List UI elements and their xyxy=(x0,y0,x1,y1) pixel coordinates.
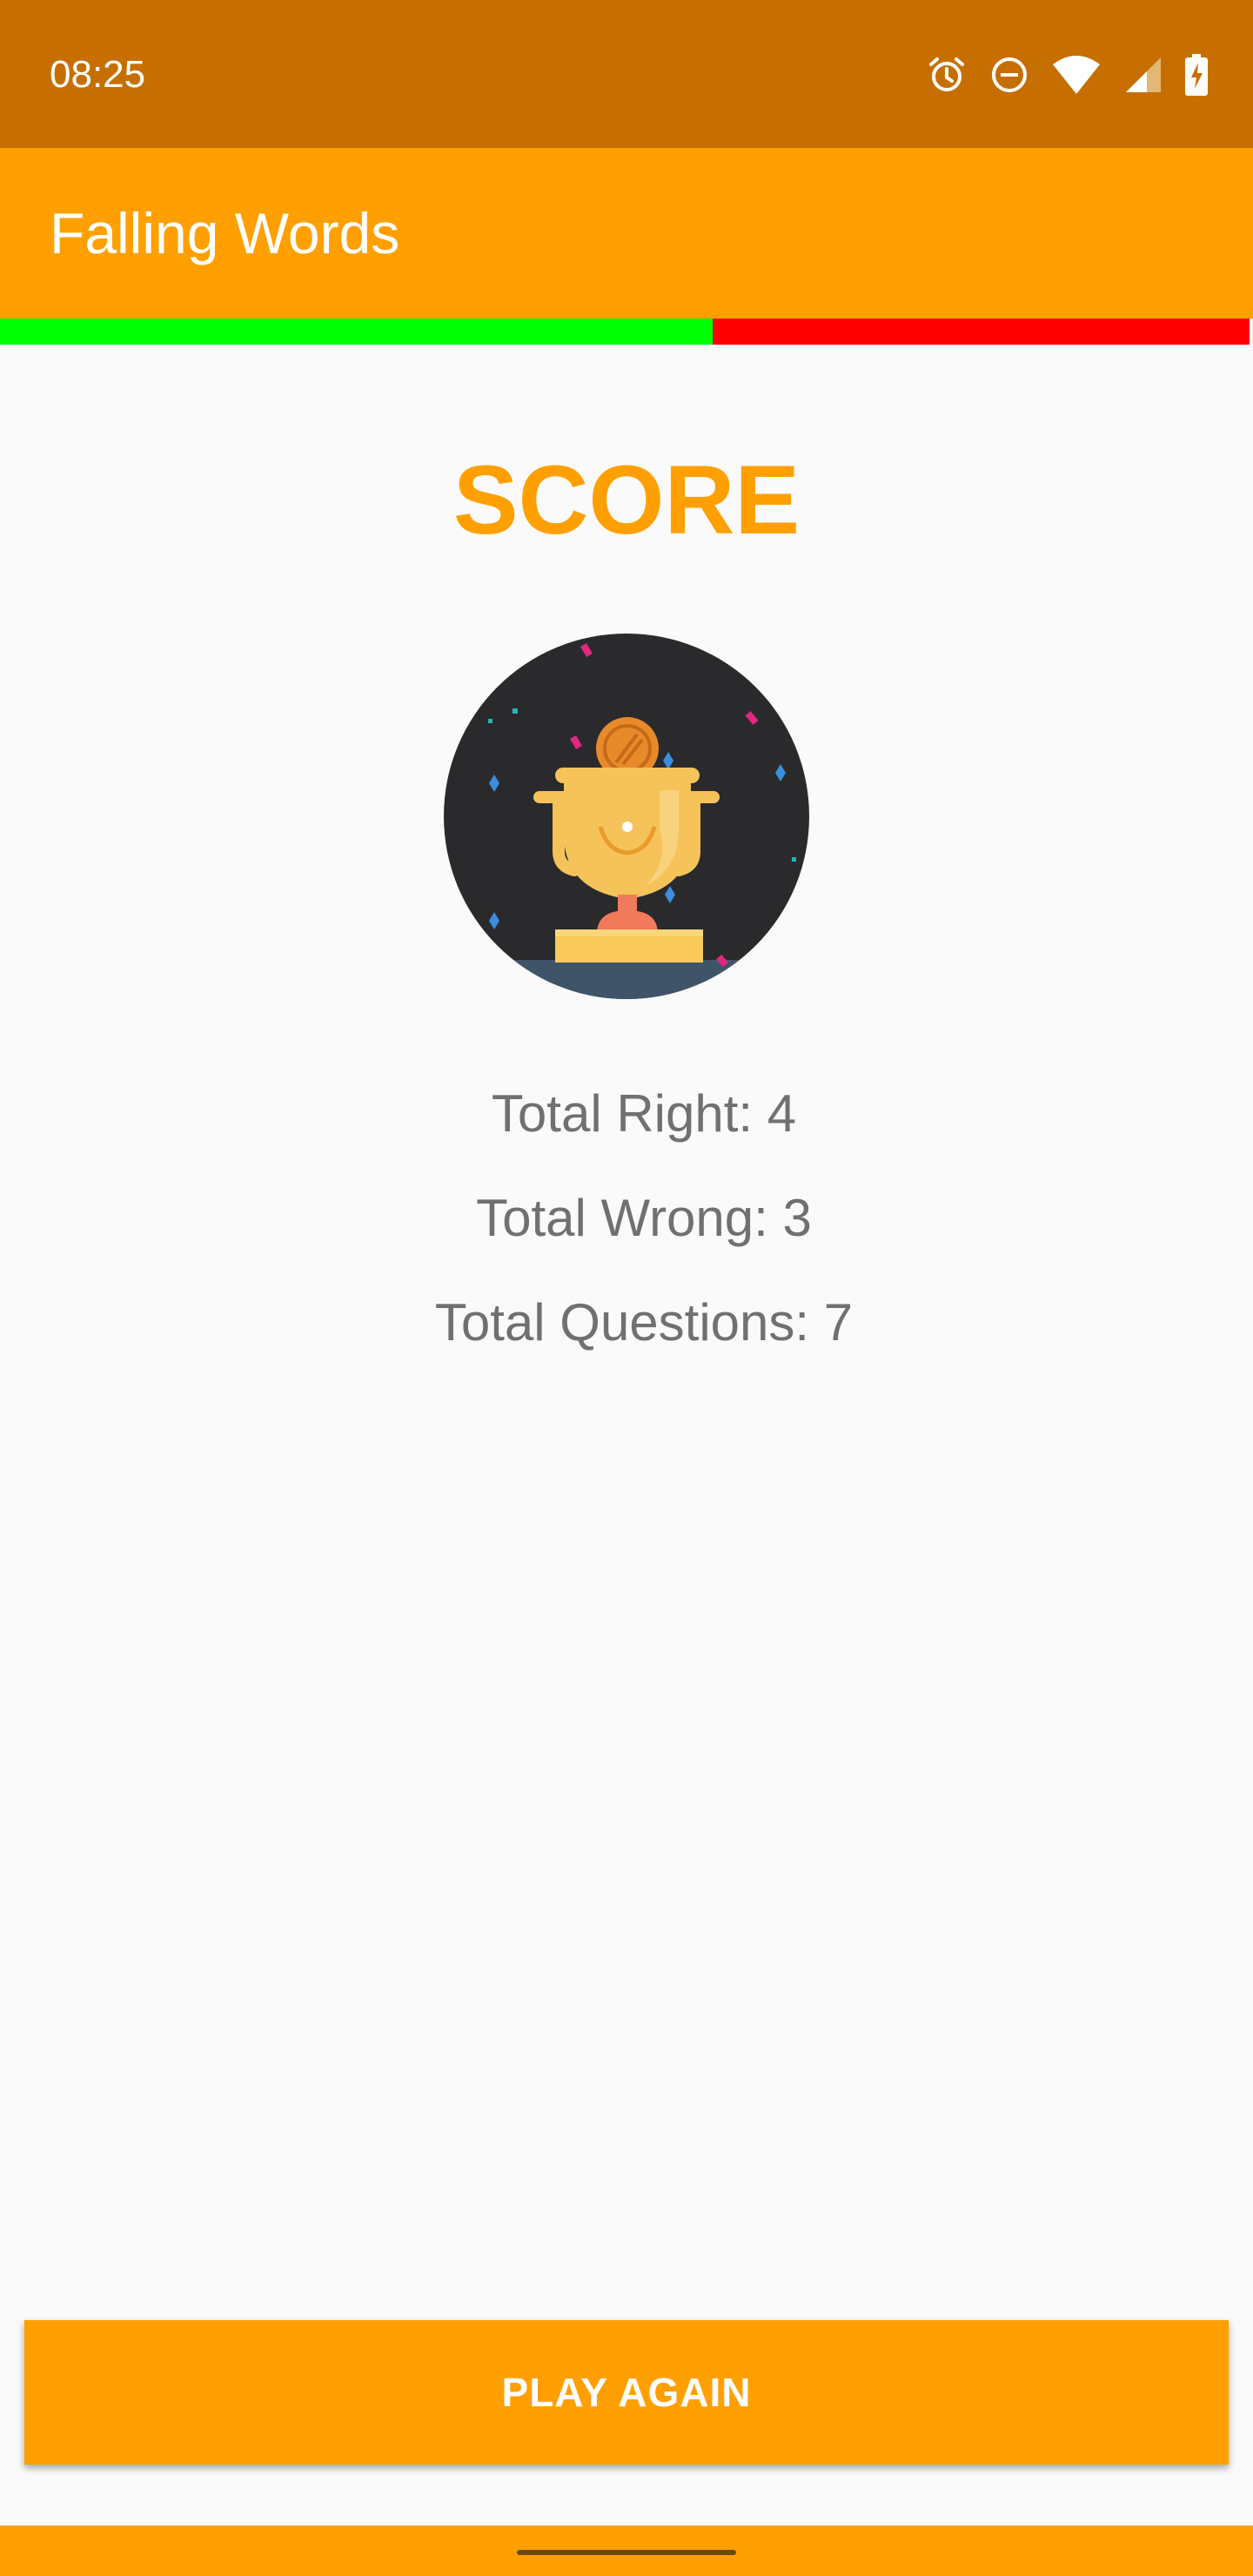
app-bar: Falling Words xyxy=(0,148,1253,319)
navigation-bar xyxy=(0,2526,1253,2576)
home-handle[interactable] xyxy=(517,2550,736,2555)
battery-charging-icon xyxy=(1185,54,1208,96)
total-right-text: Total Right: 4 xyxy=(491,1084,797,1143)
alarm-icon xyxy=(929,57,964,91)
right-answers-fill xyxy=(0,319,713,345)
cell-signal-icon xyxy=(1126,57,1161,92)
status-icons xyxy=(926,52,1209,97)
app-title: Falling Words xyxy=(50,201,400,265)
score-stats: Total Right: 4 Total Wrong: 3 Total Ques… xyxy=(0,1079,1253,1392)
play-again-button[interactable]: PLAY AGAIN xyxy=(24,2320,1229,2465)
do-not-disturb-icon xyxy=(992,57,1027,92)
total-wrong-text: Total Wrong: 3 xyxy=(476,1189,812,1247)
status-time: 08:25 xyxy=(50,53,146,96)
status-bar: 08:25 xyxy=(0,0,1253,148)
wifi-icon xyxy=(1053,56,1100,94)
total-questions-text: Total Questions: 7 xyxy=(434,1293,854,1352)
score-heading: SCORE xyxy=(452,446,801,554)
trophy-icon xyxy=(444,634,809,999)
answer-progress-bar xyxy=(0,319,1250,345)
